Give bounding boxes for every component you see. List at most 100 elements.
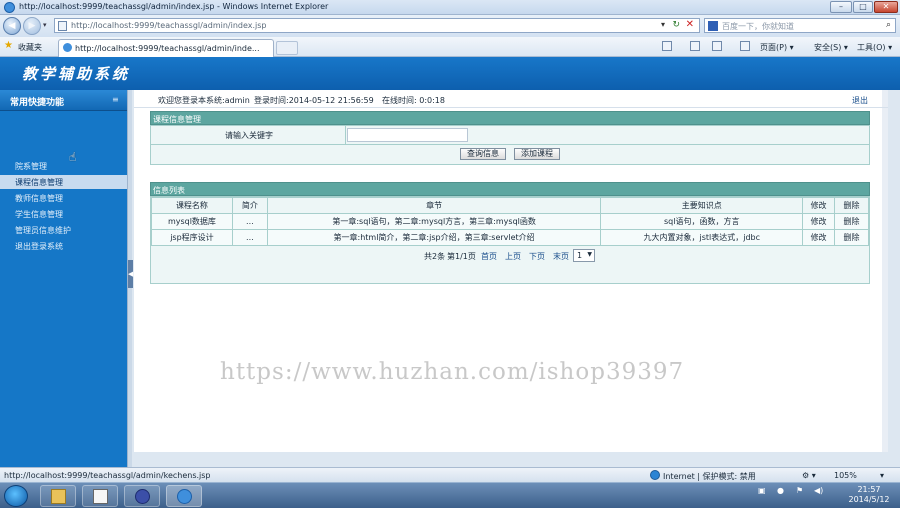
delete-link[interactable]: 删除 bbox=[834, 229, 869, 246]
tray-security-icon[interactable]: ● bbox=[777, 486, 784, 495]
taskbar-document[interactable] bbox=[82, 485, 118, 507]
table-row: jsp程序设计 ... 第一章:html简介，第二章:jsp介绍，第三章:ser… bbox=[151, 229, 869, 246]
column-header: 修改 bbox=[802, 197, 836, 214]
taskbar-explorer[interactable] bbox=[40, 485, 76, 507]
window-titlebar: http://localhost:9999/teachassgl/admin/i… bbox=[0, 0, 900, 15]
knowledge-cell: sql语句，函数，方言 bbox=[600, 213, 804, 230]
sidebar-item-label: 退出登录系统 bbox=[15, 242, 63, 251]
sidebar-item-label: 教师信息管理 bbox=[15, 194, 63, 203]
next-page-link[interactable]: 下页 bbox=[529, 251, 545, 262]
favorites-star-icon[interactable]: ★ bbox=[4, 40, 13, 51]
zoom-dropdown-icon[interactable]: ▾ bbox=[880, 471, 884, 480]
delete-link[interactable]: 删除 bbox=[834, 213, 869, 230]
page-menu[interactable]: 页面(P) ▾ bbox=[760, 42, 794, 53]
clock-date: 2014/5/12 bbox=[848, 495, 890, 504]
sidebar-item-label: 院系管理 bbox=[15, 162, 47, 171]
history-dropdown-icon[interactable]: ▾ bbox=[43, 21, 47, 29]
address-bar: ◀ ▶ ▾ http://localhost:9999/teachassgl/a… bbox=[0, 15, 900, 37]
add-course-button[interactable]: 添加课程 bbox=[514, 148, 560, 160]
print-icon[interactable] bbox=[740, 41, 750, 51]
main-content: 欢迎您登录本系统:admin 登录时间:2014-05-12 21:56:59 … bbox=[134, 90, 888, 452]
sidebar: 常用快捷功能 ≡ 院系管理 课程信息管理 教师信息管理 学生信息管理 管理员信息… bbox=[0, 90, 127, 467]
sidebar-item-logout[interactable]: 退出登录系统 bbox=[0, 239, 127, 253]
course-list-title: 信息列表 bbox=[153, 186, 185, 195]
frame-splitter[interactable]: ◀ bbox=[127, 90, 133, 467]
url-text: http://localhost:9999/teachassgl/admin/i… bbox=[71, 21, 267, 30]
maximize-button[interactable]: □ bbox=[853, 1, 873, 13]
close-window-button[interactable]: ✕ bbox=[874, 1, 898, 13]
zoom-level[interactable]: 105% bbox=[834, 471, 857, 480]
window-title: http://localhost:9999/teachassgl/admin/i… bbox=[19, 2, 329, 11]
site-brand: 教学辅助系统 bbox=[22, 65, 131, 83]
course-list-header: 信息列表 bbox=[150, 182, 870, 196]
url-field[interactable]: http://localhost:9999/teachassgl/admin/i… bbox=[54, 18, 700, 33]
total-count: 共2条 bbox=[424, 252, 446, 261]
start-button[interactable] bbox=[4, 485, 28, 507]
column-header: 课程名称 bbox=[151, 197, 233, 214]
forward-button[interactable]: ▶ bbox=[23, 17, 41, 35]
edit-link[interactable]: 修改 bbox=[802, 229, 836, 246]
page-select[interactable]: 1 ▼ bbox=[573, 249, 595, 262]
feeds-icon[interactable] bbox=[690, 41, 700, 51]
keyword-label: 请输入关键字 bbox=[225, 131, 273, 140]
system-clock[interactable]: 21:57 2014/5/12 bbox=[842, 485, 896, 505]
sidebar-item-department[interactable]: 院系管理 bbox=[0, 159, 127, 173]
first-page-link[interactable]: 首页 bbox=[481, 251, 497, 262]
chapters-cell: 第一章:html简介，第二章:jsp介绍，第三章:servlet介绍 bbox=[266, 229, 602, 246]
favorites-button[interactable]: 收藏夹 bbox=[18, 42, 42, 53]
last-page-link[interactable]: 末页 bbox=[553, 251, 569, 262]
ie-logo-icon bbox=[4, 2, 15, 13]
login-time: 登录时间:2014-05-12 21:56:59 bbox=[254, 96, 374, 105]
sidebar-item-label: 课程信息管理 bbox=[15, 178, 63, 187]
tools-menu[interactable]: 工具(O) ▾ bbox=[857, 42, 892, 53]
welcome-text: 欢迎您登录本系统:admin bbox=[158, 96, 250, 105]
stop-icon[interactable]: ✕ bbox=[686, 19, 694, 30]
search-input[interactable]: 百度一下，你就知道 ⌕ bbox=[704, 18, 896, 33]
collapse-icon[interactable]: ≡ bbox=[112, 95, 119, 104]
new-tab-button[interactable] bbox=[276, 41, 298, 55]
splitter-arrow-icon[interactable]: ◀ bbox=[128, 260, 133, 288]
minimize-button[interactable]: – bbox=[830, 1, 852, 13]
sidebar-item-teacher[interactable]: 教师信息管理 bbox=[0, 191, 127, 205]
tab-title: http://localhost:9999/teachassgl/admin/i… bbox=[75, 44, 260, 53]
pagination: 共2条 第1/1页 首页 上页 下页 末页 1 ▼ bbox=[151, 247, 869, 265]
cell-divider bbox=[345, 126, 346, 145]
sidebar-item-student[interactable]: 学生信息管理 bbox=[0, 207, 127, 221]
search-icon[interactable]: ⌕ bbox=[886, 20, 891, 30]
course-manage-header: 课程信息管理 bbox=[150, 111, 870, 125]
chapters-cell: 第一章:sql语句，第二章:mysql方言，第三章:mysql函数 bbox=[266, 213, 602, 230]
course-table: 课程名称 简介 章节 主要知识点 修改 删除 mysql数据库 ... 第一章:… bbox=[151, 197, 869, 246]
search-placeholder: 百度一下，你就知道 bbox=[722, 22, 794, 31]
tray-flag-icon[interactable]: ⚑ bbox=[796, 486, 803, 495]
course-manage-title: 课程信息管理 bbox=[153, 115, 201, 124]
keyword-input[interactable] bbox=[347, 128, 468, 142]
sidebar-item-admin[interactable]: 管理员信息维护 bbox=[0, 223, 127, 237]
back-button[interactable]: ◀ bbox=[3, 17, 21, 35]
logout-link[interactable]: 退出 bbox=[852, 95, 868, 106]
settings-icon[interactable]: ⚙ ▾ bbox=[802, 471, 816, 480]
chevron-down-icon: ▼ bbox=[587, 251, 592, 258]
taskbar-media[interactable] bbox=[124, 485, 160, 507]
taskbar-ie[interactable] bbox=[166, 485, 202, 507]
prev-page-link[interactable]: 上页 bbox=[505, 251, 521, 262]
mail-icon[interactable] bbox=[712, 41, 722, 51]
course-search-panel: 请输入关键字 查询信息 添加课程 bbox=[150, 125, 870, 165]
ie-taskbar-icon bbox=[177, 489, 192, 504]
url-dropdown-icon[interactable]: ▾ bbox=[661, 20, 665, 29]
folder-icon bbox=[51, 489, 66, 504]
refresh-icon[interactable]: ↻ bbox=[672, 20, 680, 30]
browser-tab[interactable]: http://localhost:9999/teachassgl/admin/i… bbox=[58, 39, 274, 57]
edit-link[interactable]: 修改 bbox=[802, 213, 836, 230]
sidebar-item-course[interactable]: 课程信息管理 bbox=[0, 175, 127, 189]
home-icon[interactable] bbox=[662, 41, 672, 51]
status-bar: http://localhost:9999/teachassgl/admin/k… bbox=[0, 467, 900, 482]
intro-link[interactable]: ... bbox=[231, 213, 268, 230]
page-icon bbox=[58, 21, 67, 31]
column-header: 删除 bbox=[834, 197, 869, 214]
intro-link[interactable]: ... bbox=[231, 229, 268, 246]
query-button[interactable]: 查询信息 bbox=[460, 148, 506, 160]
tray-network-icon[interactable]: ▣ bbox=[758, 486, 766, 495]
tray-volume-icon[interactable]: ◀) bbox=[814, 486, 823, 495]
safety-menu[interactable]: 安全(S) ▾ bbox=[814, 42, 848, 53]
course-name-cell: jsp程序设计 bbox=[151, 229, 233, 246]
